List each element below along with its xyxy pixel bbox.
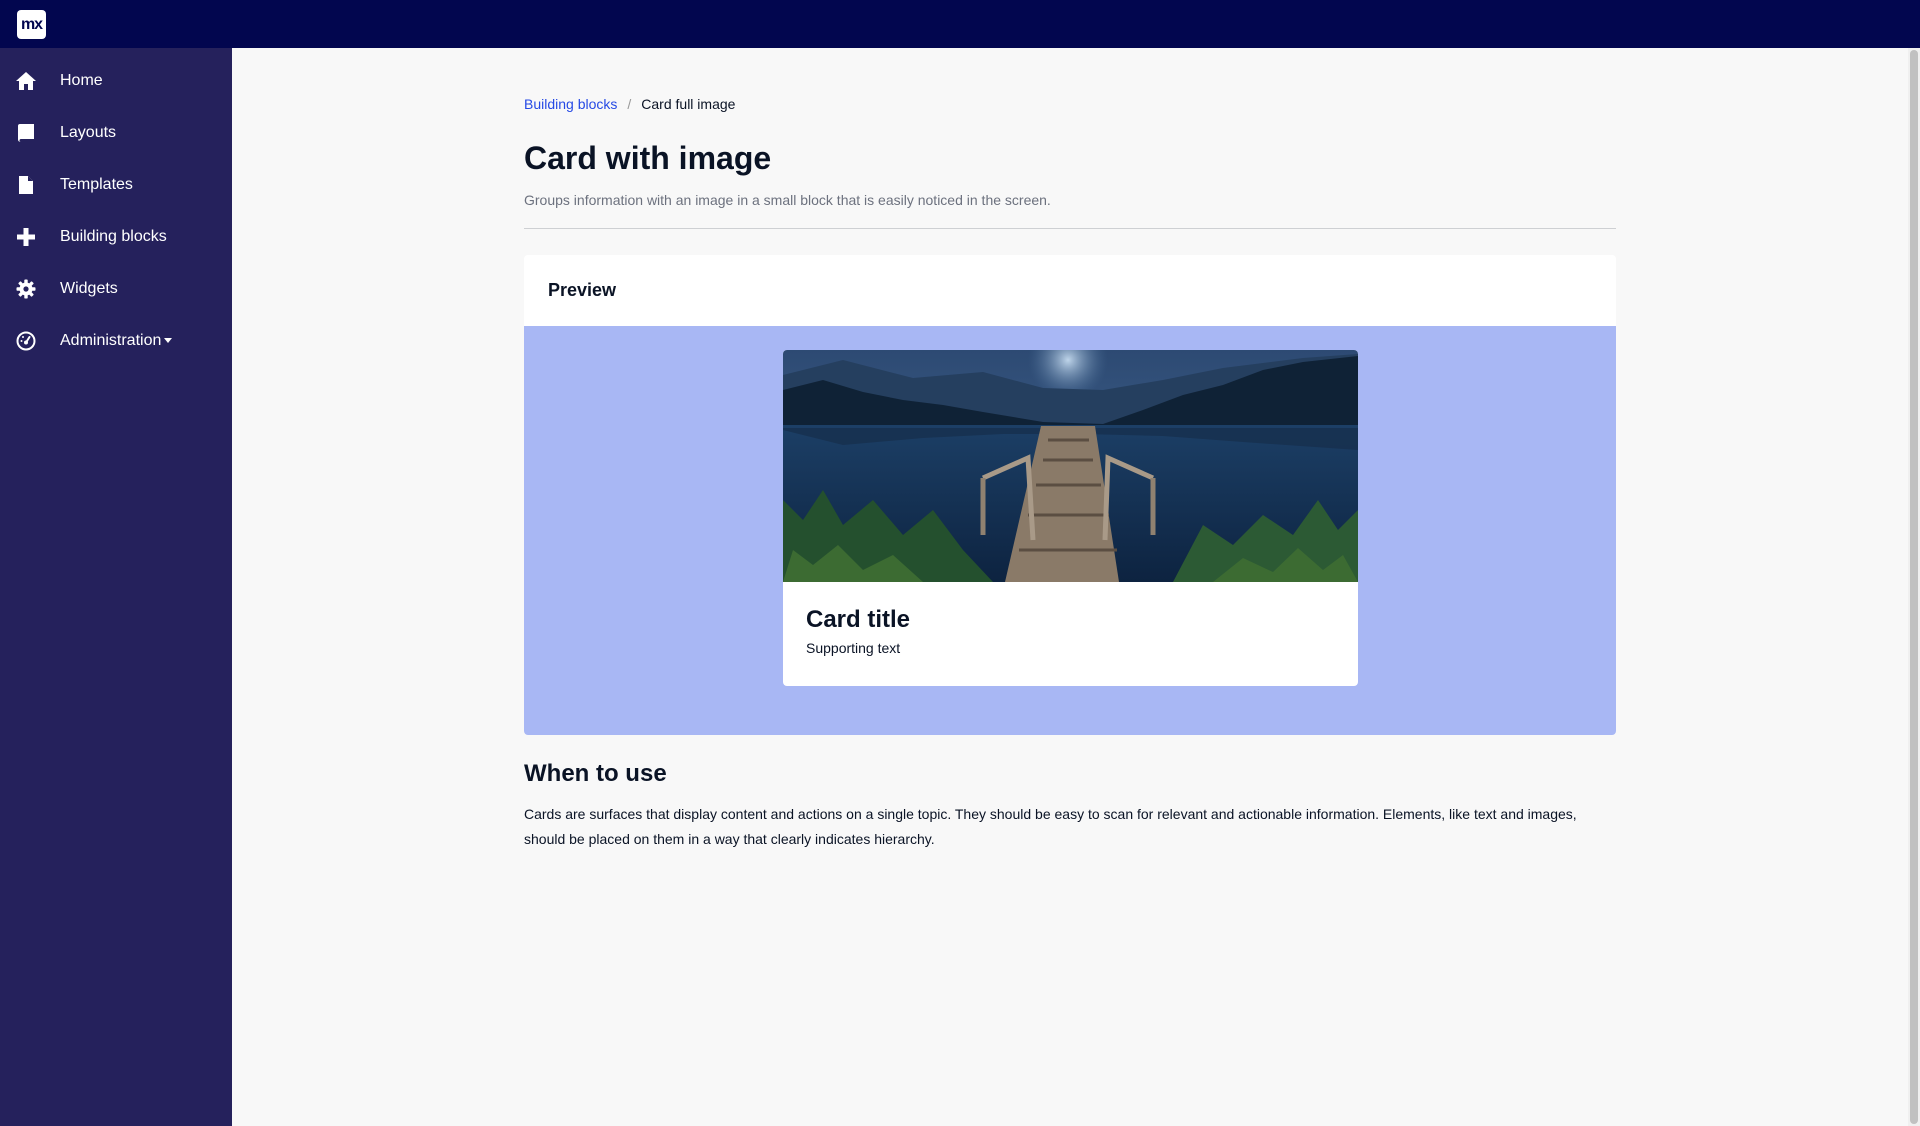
page-title: Card with image <box>524 140 772 176</box>
plus-icon <box>15 226 37 248</box>
sidebar-item-layouts[interactable]: Layouts <box>0 107 232 159</box>
gear-icon <box>15 278 37 300</box>
main-content: Building blocks / Card full image Card w… <box>232 48 1908 1126</box>
card-image <box>783 350 1358 582</box>
breadcrumb-current: Card full image <box>641 96 736 112</box>
sidebar-item-label: Building blocks <box>60 228 167 245</box>
sidebar-item-label: Administration <box>60 332 173 350</box>
sidebar-item-templates[interactable]: Templates <box>0 159 232 211</box>
home-icon <box>15 70 37 92</box>
divider <box>524 228 1616 229</box>
when-to-use-text: Cards are surfaces that display content … <box>524 806 1577 847</box>
sidebar-item-label: Widgets <box>60 280 118 297</box>
preview-panel: Preview Card title Supporting text <box>524 255 1616 735</box>
page-subtitle: Groups information with an image in a sm… <box>524 192 1051 208</box>
breadcrumb: Building blocks / Card full image <box>524 96 735 112</box>
sidebar-item-label: Templates <box>60 176 133 193</box>
card-title: Card title <box>806 606 911 633</box>
when-to-use-title: When to use <box>524 760 667 787</box>
sidebar: Home Layouts Templates Building blocks W… <box>0 48 232 1126</box>
scrollbar-thumb[interactable] <box>1910 50 1918 1124</box>
breadcrumb-separator: / <box>627 96 632 112</box>
preview-header: Preview <box>548 280 617 300</box>
sidebar-item-label: Layouts <box>60 124 117 141</box>
book-icon <box>15 122 37 144</box>
scrollbar[interactable] <box>1908 48 1920 1126</box>
sidebar-item-home[interactable]: Home <box>0 55 232 107</box>
sidebar-item-label: Home <box>60 72 103 89</box>
dashboard-icon <box>15 330 37 352</box>
preview-stage: Card title Supporting text <box>524 326 1616 735</box>
logo[interactable]: mx <box>17 10 46 39</box>
breadcrumb-link-building-blocks[interactable]: Building blocks <box>524 96 617 112</box>
card-supporting-text: Supporting text <box>806 640 901 656</box>
file-icon <box>15 174 37 196</box>
chevron-down-icon <box>164 338 173 344</box>
sidebar-item-widgets[interactable]: Widgets <box>0 263 232 315</box>
sidebar-item-building-blocks[interactable]: Building blocks <box>0 211 232 263</box>
top-bar: mx <box>0 0 1920 48</box>
demo-card: Card title Supporting text <box>783 350 1358 686</box>
sidebar-item-administration[interactable]: Administration <box>0 315 232 367</box>
